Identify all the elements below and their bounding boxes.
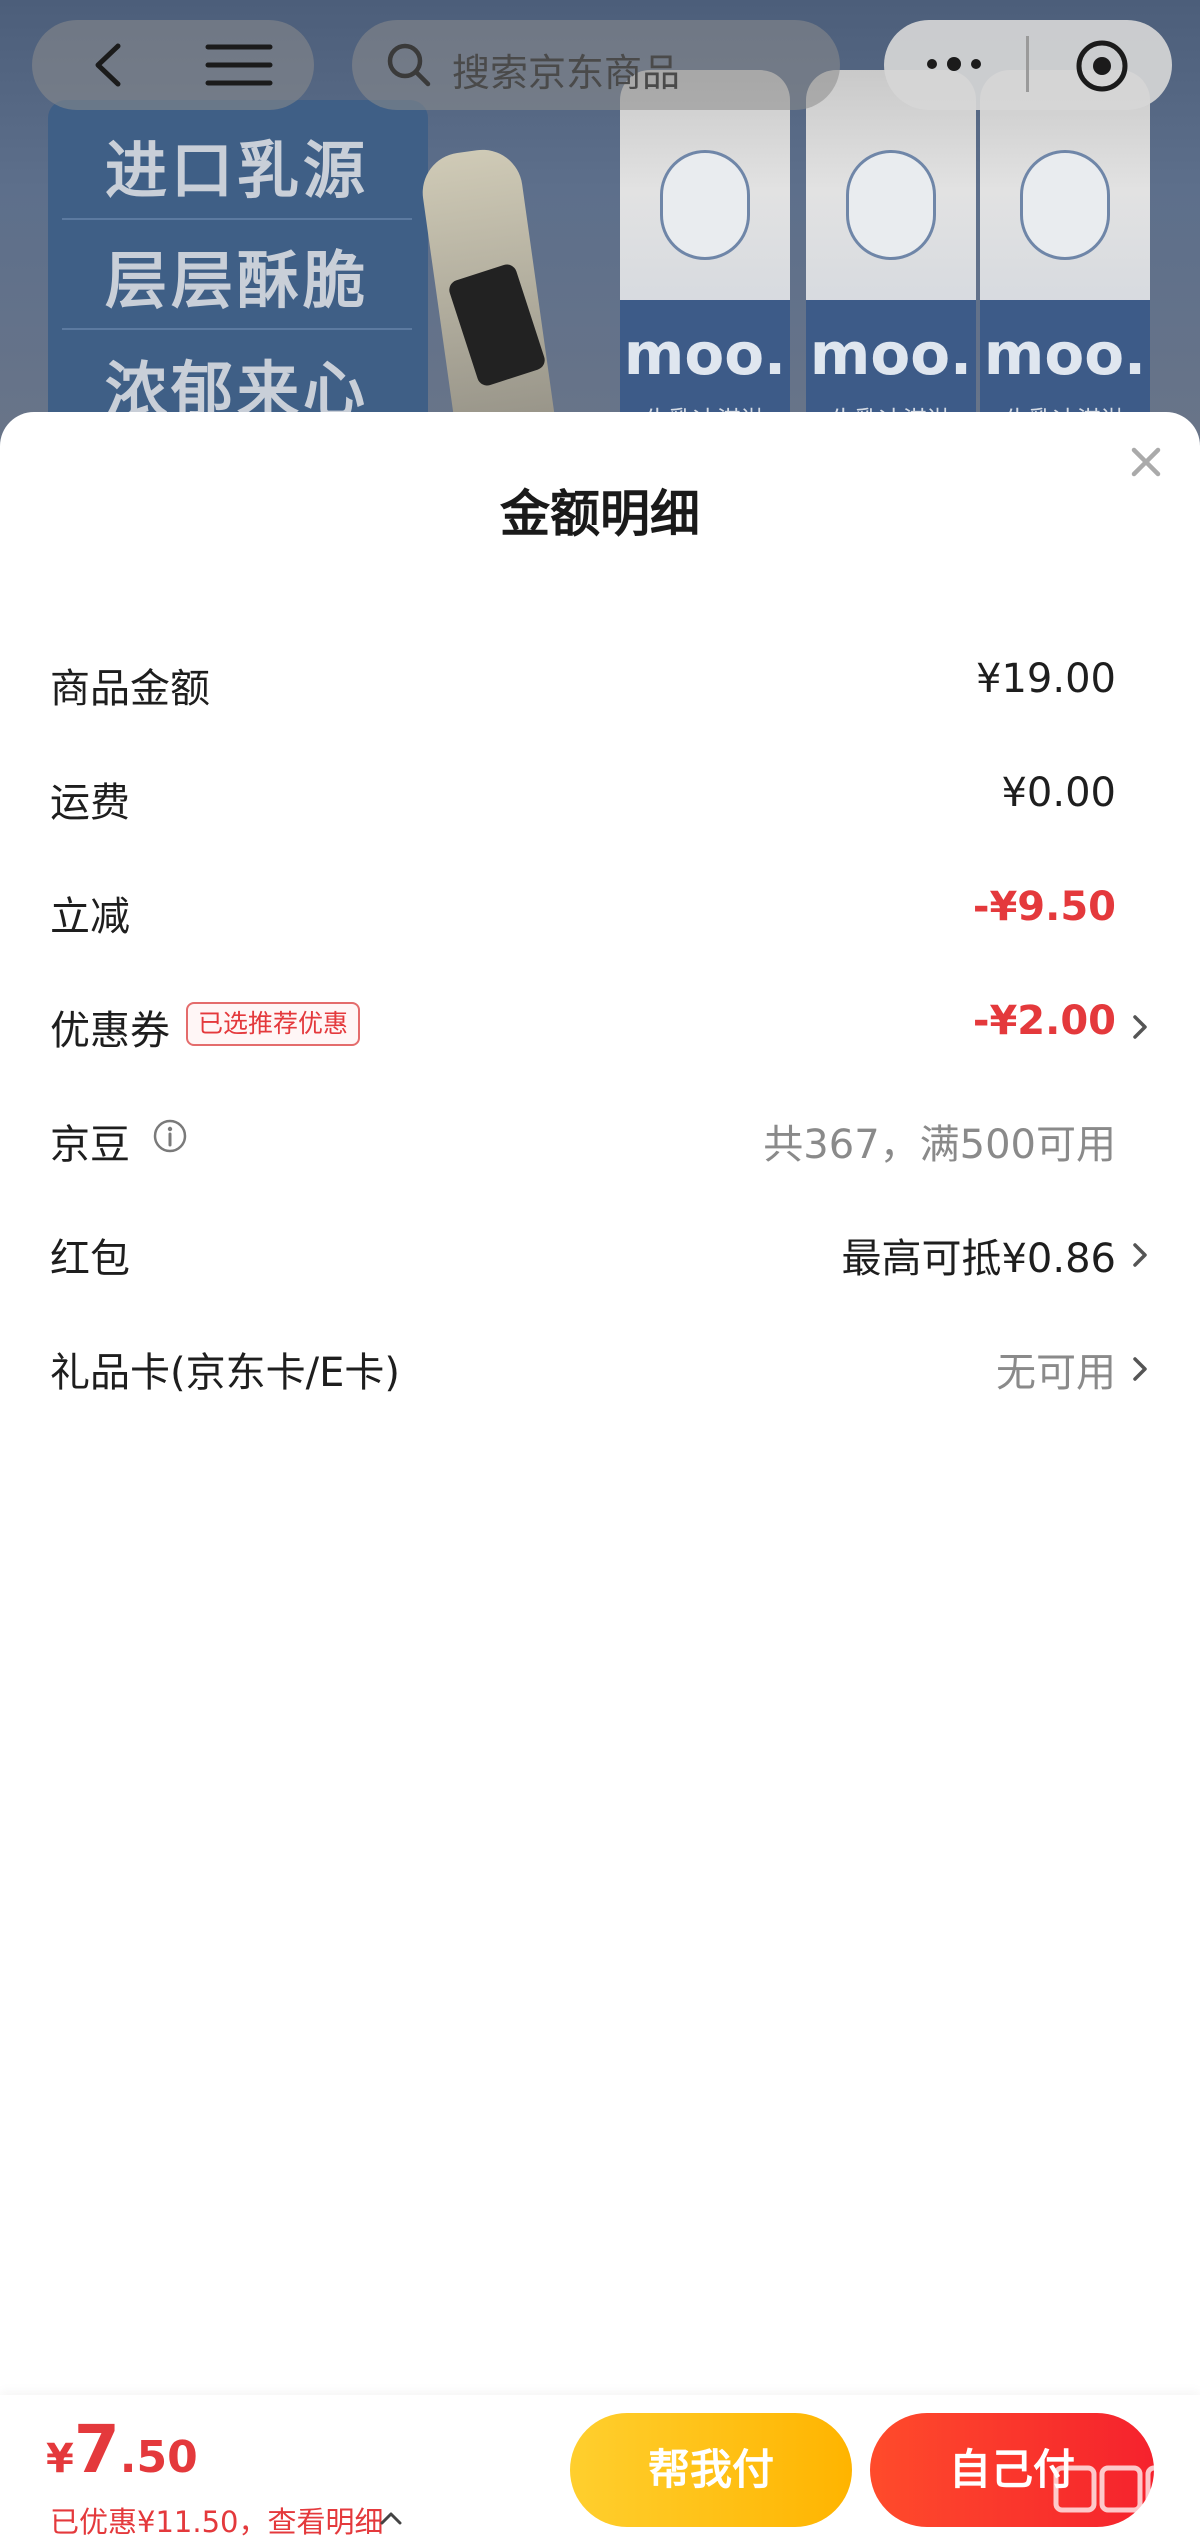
total-price: ¥7.50 [46,2411,198,2488]
chevron-right-icon [1133,1243,1147,1267]
product-stick-2: moo. 牛乳冰淇淋 [806,70,976,470]
back-icon[interactable] [88,40,128,90]
row-value: ¥19.00 [976,656,1116,702]
more-icon[interactable] [922,52,986,76]
price-decimal: .50 [119,2432,198,2483]
cow-mascot [846,150,936,260]
info-icon[interactable] [152,1118,188,1154]
row-value: -¥9.50 [972,884,1116,930]
banner-slogan-1: 进口乳源 [62,122,412,220]
row-value: 共367，满500可用 [763,1122,1116,1168]
row-jingdou: 京豆 共367，满500可用 [0,1078,1200,1192]
chevron-up-icon[interactable] [378,2509,404,2527]
row-label: 优惠券 [50,1008,170,1054]
price-currency: ¥ [46,2436,74,2482]
cow-mascot [660,150,750,260]
row-goods-amount: 商品金额 ¥19.00 [0,622,1200,736]
row-label: 商品金额 [50,666,210,712]
capsule-divider [1026,36,1029,92]
row-coupon[interactable]: 优惠券 已选推荐优惠 -¥2.00 [0,964,1200,1078]
menu-icon[interactable] [204,40,274,90]
row-label: 运费 [50,780,130,826]
row-value: 无可用 [996,1350,1116,1396]
product-brand: moo. [809,320,973,388]
chevron-right-icon [1133,1357,1147,1381]
product-banner: 进口乳源 层层酥脆 浓郁来心 moo. 牛乳冰淇淋 moo. 牛乳冰淇淋 moo… [0,0,1200,470]
row-label: 礼品卡(京东卡/E卡) [50,1350,400,1396]
chevron-right-icon [1133,1015,1147,1039]
watermark-logo [1053,2465,1189,2513]
product-brand: moo. [623,320,787,388]
search-icon [387,43,431,87]
amount-detail-sheet: 金额明细 商品金额 ¥19.00 运费 ¥0.00 立减 -¥9.50 优惠券 … [0,412,1200,2547]
banner-slogan-2: 层层酥脆 [62,232,412,330]
row-label: 立减 [50,894,130,940]
cow-mascot [1020,150,1110,260]
row-label: 红包 [50,1236,130,1282]
row-gift-card[interactable]: 礼品卡(京东卡/E卡) 无可用 [0,1306,1200,1420]
recommended-coupon-badge: 已选推荐优惠 [186,1002,361,1046]
help-pay-button[interactable]: 帮我付 [570,2413,852,2527]
row-shipping: 运费 ¥0.00 [0,736,1200,850]
row-label: 京豆 [50,1122,130,1168]
checkout-footer: ¥7.50 已优惠¥11.50，查看明细 帮我付 自己付 [0,2395,1200,2547]
target-icon[interactable] [1074,38,1130,94]
price-integer: 7 [73,2411,120,2488]
row-value: 最高可抵¥0.86 [841,1236,1116,1282]
product-brand: moo. [983,320,1147,388]
product-stick-1: moo. 牛乳冰淇淋 [620,70,790,470]
row-value: -¥2.00 [972,998,1116,1044]
row-value: ¥0.00 [1001,770,1116,816]
product-stick-3: moo. 牛乳冰淇淋 [980,70,1150,470]
close-icon[interactable] [1126,442,1166,482]
search-placeholder: 搜索京东商品 [452,51,681,95]
row-instant-discount: 立减 -¥9.50 [0,850,1200,964]
saving-detail-link[interactable]: 已优惠¥11.50，查看明细 [50,2499,383,2541]
sheet-title: 金额明细 [500,485,700,543]
row-red-packet[interactable]: 红包 最高可抵¥0.86 [0,1192,1200,1306]
